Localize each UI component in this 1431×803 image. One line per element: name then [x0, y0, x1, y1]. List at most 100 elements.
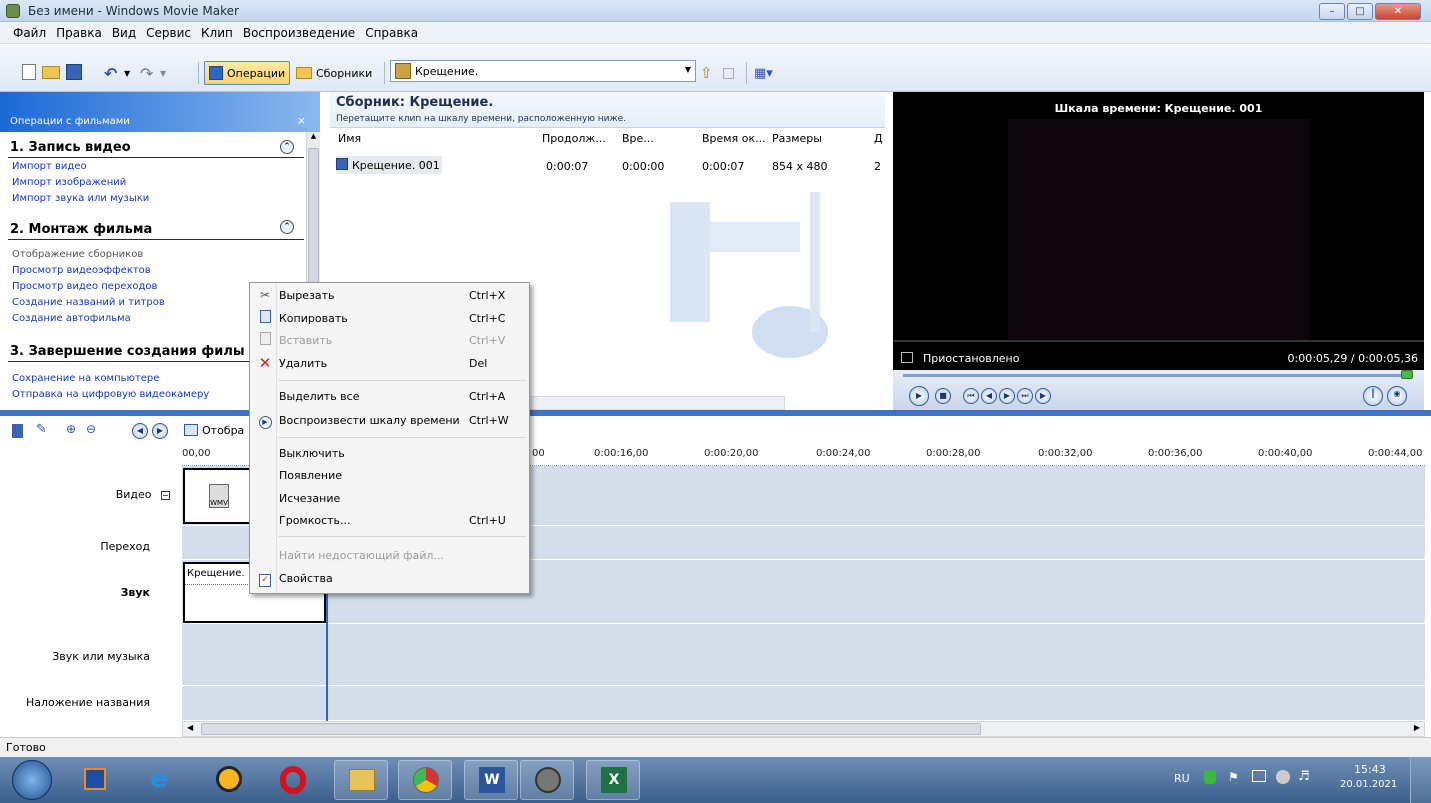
close-icon[interactable]: × — [297, 114, 306, 127]
scroll-up-icon[interactable]: ▲ — [308, 132, 319, 146]
menu-view[interactable]: Вид — [107, 22, 141, 44]
task-link-save-computer[interactable]: Сохранение на компьютере — [12, 373, 159, 384]
redo-dropdown-icon[interactable]: ▼ — [160, 62, 166, 84]
menu-item-fade-out[interactable]: Исчезание — [253, 487, 526, 509]
play-icon[interactable]: ▶ — [909, 386, 929, 406]
task-link-show-collections[interactable]: Отображение сборников — [12, 249, 143, 260]
outlook-icon[interactable] — [70, 760, 124, 800]
new-folder-icon[interactable]: □ — [722, 62, 735, 84]
column-header-extra[interactable]: Д — [874, 132, 883, 145]
column-header-end[interactable]: Время ок... — [702, 132, 766, 145]
skip-back-icon[interactable]: ⏮ — [963, 388, 979, 404]
menu-item-delete[interactable]: ✕ Удалить Del — [253, 352, 526, 374]
next-frame-icon[interactable]: ▶ — [999, 388, 1015, 404]
timeline-hscrollbar[interactable]: ◀ ▶ — [182, 721, 1425, 737]
flag-tray-icon[interactable]: ⚑ — [1228, 770, 1239, 784]
menu-playback[interactable]: Воспроизведение — [238, 22, 360, 44]
menu-item-copy[interactable]: Копировать Ctrl+C — [253, 307, 526, 329]
skip-forward-icon[interactable]: ⏭ — [1017, 388, 1033, 404]
new-project-icon[interactable] — [22, 64, 36, 80]
avast-icon[interactable] — [202, 760, 256, 800]
close-button[interactable]: ✕ — [1375, 3, 1421, 20]
explorer-icon[interactable] — [334, 760, 388, 800]
menu-edit[interactable]: Правка — [51, 22, 107, 44]
rewind-icon[interactable]: ◀ — [981, 388, 997, 404]
show-timeline-label[interactable]: Отобра — [202, 424, 244, 437]
save-project-icon[interactable] — [66, 64, 82, 80]
task-link-video-transitions[interactable]: Просмотр видео переходов — [12, 281, 157, 292]
stop-icon[interactable]: ■ — [935, 388, 951, 404]
scroll-left-icon[interactable]: ◀ — [187, 723, 193, 732]
menu-tools[interactable]: Сервис — [141, 22, 196, 44]
collection-select[interactable]: Крещение. ▼ — [390, 60, 696, 82]
operations-button[interactable]: Операции — [204, 61, 291, 85]
show-timeline-icon[interactable] — [184, 424, 198, 436]
menu-clip[interactable]: Клип — [196, 22, 238, 44]
volume-tray-icon[interactable]: ♬ — [1298, 769, 1310, 784]
seek-handle[interactable] — [1401, 370, 1413, 379]
up-level-icon[interactable]: ⇧ — [700, 62, 713, 84]
menu-help[interactable]: Справка — [360, 22, 423, 44]
zoom-out-icon[interactable]: ⊖ — [86, 422, 96, 436]
undo-icon[interactable]: ↶ — [104, 62, 117, 84]
column-header-size[interactable]: Размеры — [772, 132, 822, 145]
snapshot-icon[interactable]: ◉ — [1387, 386, 1407, 406]
menu-item-fade-in[interactable]: Появление — [253, 464, 526, 486]
collapse-icon[interactable]: ⌃ — [280, 220, 294, 234]
collapse-icon[interactable]: ⌃ — [280, 140, 294, 154]
list-item[interactable]: Крещение. 001 — [336, 156, 442, 174]
redo-icon[interactable]: ↷ — [140, 62, 153, 84]
open-project-icon[interactable] — [42, 66, 60, 79]
collections-button[interactable]: Сборники — [296, 62, 372, 84]
play-timeline-icon[interactable]: ▶ — [152, 423, 168, 439]
menu-item-play-timeline[interactable]: ▶ Воспроизвести шкалу времени Ctrl+W — [253, 409, 526, 431]
menu-item-select-all[interactable]: Выделить все Ctrl+A — [253, 385, 526, 407]
security-tray-icon[interactable] — [1204, 770, 1216, 784]
seek-bar[interactable] — [903, 374, 1408, 377]
menu-item-volume[interactable]: Громкость... Ctrl+U — [253, 509, 526, 531]
task-link-titles[interactable]: Создание названий и титров — [12, 297, 165, 308]
movie-maker-taskbar-icon[interactable] — [520, 760, 574, 800]
expand-collapse-icon[interactable]: − — [161, 491, 170, 500]
end-icon[interactable]: ▶ — [1035, 388, 1051, 404]
views-icon[interactable]: ▦▾ — [754, 62, 773, 84]
column-header-start[interactable]: Вре... — [622, 132, 654, 145]
clock-date[interactable]: 20.01.2021 — [1340, 779, 1397, 790]
clock-time[interactable]: 15:43 — [1354, 763, 1386, 776]
language-indicator[interactable]: RU — [1174, 772, 1190, 785]
fullscreen-icon[interactable] — [901, 352, 913, 363]
column-header-name[interactable]: Имя — [338, 132, 361, 145]
split-clip-icon[interactable]: ║ — [1363, 386, 1383, 406]
menu-item-mute[interactable]: Выключить — [253, 442, 526, 464]
zoom-in-icon[interactable]: ⊕ — [66, 422, 76, 436]
scroll-thumb[interactable] — [201, 723, 981, 735]
task-link-import-video[interactable]: Импорт видео — [12, 161, 87, 172]
task-link-automovie[interactable]: Создание автофильма — [12, 313, 131, 324]
rewind-timeline-icon[interactable]: ◀ — [132, 423, 148, 439]
menu-file[interactable]: Файл — [8, 22, 51, 44]
maximize-button[interactable]: □ — [1347, 3, 1373, 20]
network-tray-icon[interactable] — [1252, 770, 1266, 782]
column-header-duration[interactable]: Продолж... — [542, 132, 606, 145]
task-link-video-effects[interactable]: Просмотр видеоэффектов — [12, 265, 151, 276]
music-track[interactable] — [182, 624, 1425, 686]
menu-item-find-missing[interactable]: Найти недостающий файл... — [253, 544, 526, 566]
menu-item-paste[interactable]: Вставить Ctrl+V — [253, 329, 526, 351]
title-overlay-track[interactable] — [182, 686, 1425, 721]
internet-explorer-icon[interactable]: e — [136, 760, 190, 800]
word-icon[interactable]: W — [464, 760, 518, 800]
excel-icon[interactable]: X — [586, 760, 640, 800]
task-link-import-images[interactable]: Импорт изображений — [12, 177, 126, 188]
storyboard-toggle-icon[interactable] — [12, 424, 23, 438]
start-button-icon[interactable] — [12, 760, 52, 800]
minimize-button[interactable]: – — [1319, 3, 1345, 20]
scroll-right-icon[interactable]: ▶ — [1414, 723, 1420, 732]
chrome-icon[interactable] — [398, 760, 452, 800]
task-link-send-camera[interactable]: Отправка на цифровую видеокамеру — [12, 389, 209, 400]
narrate-icon[interactable]: ✎ — [36, 422, 47, 437]
show-desktop-button[interactable] — [1410, 757, 1431, 803]
menu-item-cut[interactable]: ✂ Вырезать Ctrl+X — [253, 284, 526, 306]
app-tray-icon[interactable] — [1276, 770, 1290, 784]
task-link-import-audio[interactable]: Импорт звука или музыки — [12, 193, 149, 204]
undo-dropdown-icon[interactable]: ▼ — [124, 62, 130, 84]
